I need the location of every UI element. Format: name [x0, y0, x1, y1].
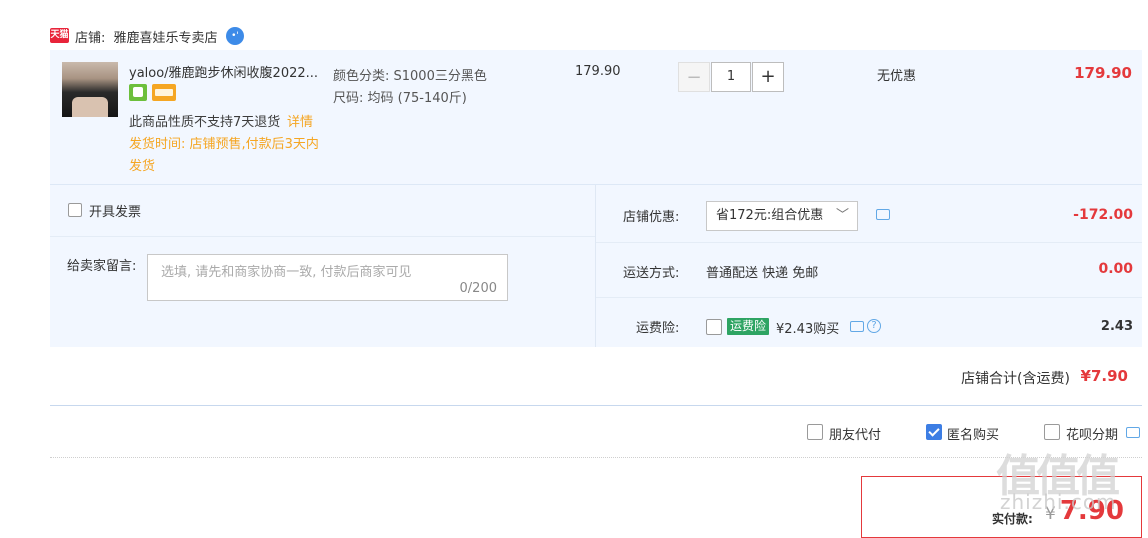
insurance-label: 运费险: — [636, 321, 680, 336]
sku-color: 颜色分类: S1000三分黑色 — [333, 69, 487, 84]
verified-badge-icon[interactable] — [129, 84, 147, 101]
product-title-link[interactable]: yaloo/雅鹿跑步休闲收腹2022... — [129, 62, 318, 81]
shop-name-link[interactable]: 雅鹿喜娃乐专卖店 — [114, 31, 218, 46]
friend-pay-checkbox[interactable] — [807, 424, 823, 440]
shop-total-label: 店铺合计(含运费) — [961, 371, 1070, 387]
divider — [50, 236, 595, 237]
watermark-site: zhizhi.com — [1000, 490, 1117, 514]
unit-price: 179.90 — [575, 64, 621, 79]
insurance-tag: 运费险 — [727, 318, 770, 335]
shipping-amount: 0.00 — [1098, 261, 1133, 277]
invoice-label: 开具发票 — [89, 205, 142, 220]
promo-selected-value: 省172元:组合优惠 — [716, 208, 824, 223]
seller-message-placeholder: 选填, 请先和商家协商一致, 付款后商家可见 — [161, 265, 412, 280]
quantity-decrease-button[interactable]: − — [678, 62, 710, 92]
anonymous-checkbox[interactable] — [926, 424, 942, 440]
insurance-price: ¥2.43购买 — [776, 322, 840, 337]
divider — [595, 185, 596, 347]
comment-icon[interactable] — [876, 209, 890, 220]
anonymous-label: 匿名购买 — [947, 428, 1000, 443]
order-item-row: yaloo/雅鹿跑步休闲收腹2022... 此商品性质不支持7天退货 详情 发货… — [50, 50, 1142, 185]
divider — [596, 297, 1142, 298]
shipping-method: 普通配送 快递 免邮 — [706, 266, 819, 281]
sku-size: 尺码: 均码 (75-140斤) — [333, 91, 467, 106]
shop-label-prefix: 店铺: — [75, 31, 106, 46]
ship-time-notice-cont: 发货 — [129, 159, 156, 174]
divider — [596, 242, 1142, 243]
order-options-panel: 开具发票 给卖家留言: 选填, 请先和商家协商一致, 付款后商家可见 0/200… — [50, 185, 1142, 387]
promo-label: 店铺优惠: — [623, 210, 680, 225]
divider — [50, 405, 1142, 406]
promo-amount: -172.00 — [1073, 207, 1133, 223]
seller-message-input[interactable]: 选填, 请先和商家协商一致, 付款后商家可见 0/200 — [147, 254, 508, 301]
invoice-checkbox[interactable] — [68, 203, 82, 217]
item-subtotal: 179.90 — [1074, 64, 1132, 82]
divider — [50, 457, 1142, 458]
return-detail-link[interactable]: 详情 — [287, 111, 313, 130]
chat-icon[interactable]: •' — [226, 27, 244, 45]
shipping-label: 运送方式: — [623, 266, 680, 281]
message-label: 给卖家留言: — [67, 259, 137, 274]
quantity-increase-button[interactable]: + — [752, 62, 784, 92]
quantity-input[interactable]: 1 — [711, 62, 751, 92]
friend-pay-label: 朋友代付 — [829, 428, 882, 443]
tmall-icon: 天猫 — [50, 28, 69, 43]
product-thumbnail[interactable] — [62, 62, 118, 117]
item-discount: 无优惠 — [877, 69, 917, 84]
shop-label: 店铺: 雅鹿喜娃乐专卖店 — [75, 27, 218, 46]
comment-icon[interactable] — [850, 321, 864, 332]
insurance-amount: 2.43 — [1100, 319, 1133, 334]
comment-icon[interactable] — [1126, 427, 1140, 438]
insurance-checkbox[interactable] — [706, 319, 722, 335]
chevron-down-icon: ﹀ — [835, 208, 849, 223]
ship-time-notice: 发货时间: 店铺预售,付款后3天内 — [129, 137, 319, 152]
message-char-count: 0/200 — [459, 281, 497, 296]
shop-total-value: ¥7.90 — [1080, 367, 1128, 385]
return-notice: 此商品性质不支持7天退货 — [129, 115, 281, 130]
card-badge-icon[interactable] — [152, 84, 176, 101]
help-icon[interactable]: ? — [867, 319, 881, 333]
promo-select[interactable]: 省172元:组合优惠 ﹀ — [706, 201, 858, 231]
huabei-checkbox[interactable] — [1044, 424, 1060, 440]
